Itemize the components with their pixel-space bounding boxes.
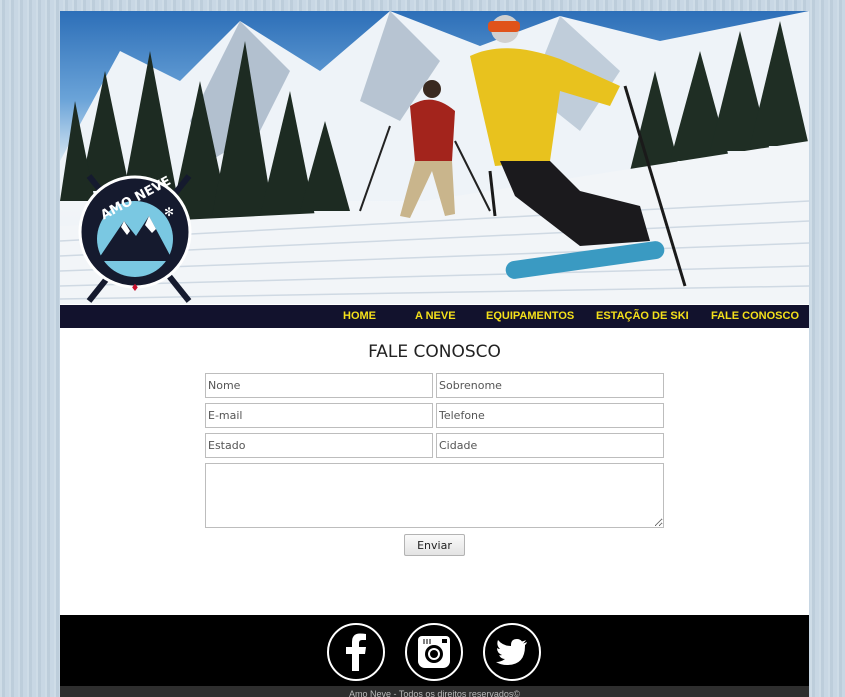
email-input[interactable]: [205, 403, 433, 428]
nav-fale-conosco[interactable]: FALE CONOSCO: [711, 305, 799, 328]
telefone-input[interactable]: [436, 403, 664, 428]
enviar-button[interactable]: Enviar: [404, 534, 465, 556]
svg-text:♦: ♦: [131, 283, 140, 294]
nome-input[interactable]: [205, 373, 433, 398]
footer: [60, 615, 809, 697]
nav-equipamentos[interactable]: EQUIPAMENTOS: [486, 305, 574, 328]
estado-input[interactable]: [205, 433, 433, 458]
message-textarea[interactable]: [205, 463, 664, 528]
logo-icon: ✻ ♦: [78, 174, 192, 303]
nav-estacao-de-ski[interactable]: ESTAÇÃO DE SKI: [596, 305, 689, 328]
nav-a-neve[interactable]: A NEVE: [415, 305, 456, 328]
twitter-link[interactable]: [483, 623, 541, 681]
svg-text:✻: ✻: [164, 205, 174, 219]
cidade-input[interactable]: [436, 433, 664, 458]
twitter-icon: [496, 639, 527, 665]
hero-banner: ✻ ♦ AMO NEVE: [60, 11, 809, 304]
nav-home[interactable]: HOME: [343, 305, 376, 328]
main-nav: HOME A NEVE EQUIPAMENTOS ESTAÇÃO DE SKI …: [60, 305, 809, 328]
facebook-icon: [346, 633, 366, 671]
instagram-icon: [418, 636, 450, 668]
copyright-text: Amo Neve - Todos os direitos reservados©: [60, 686, 809, 697]
page-title: FALE CONOSCO: [368, 342, 501, 362]
instagram-link[interactable]: [405, 623, 463, 681]
brand-logo[interactable]: ✻ ♦ AMO NEVE: [74, 161, 204, 304]
facebook-link[interactable]: [327, 623, 385, 681]
page-container: ✻ ♦ AMO NEVE HOME A NEVE EQUIPAMENTOS ES…: [60, 11, 809, 697]
sobrenome-input[interactable]: [436, 373, 664, 398]
